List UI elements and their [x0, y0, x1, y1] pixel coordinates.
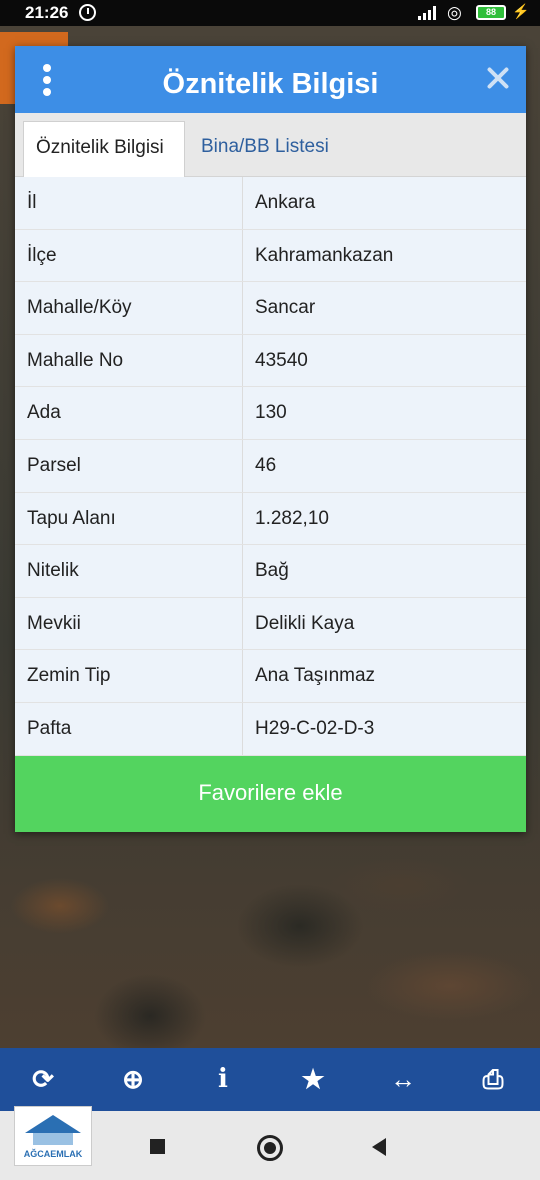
print-icon[interactable]: ⎙	[476, 1062, 510, 1096]
table-row: Parsel 46	[15, 439, 526, 493]
dialog-tabs: Öznitelik Bilgisi Bina/BB Listesi	[15, 113, 526, 177]
row-key: Pafta	[27, 717, 72, 739]
agency-logo: AĞCAEMLAK	[14, 1106, 92, 1166]
table-row: Tapu Alanı 1.282,10	[15, 492, 526, 546]
row-value: Delikli Kaya	[255, 612, 355, 634]
row-value: Ana Taşınmaz	[255, 665, 376, 687]
dialog-header: Öznitelik Bilgisi	[15, 46, 526, 113]
tab-building-list[interactable]: Bina/BB Listesi	[189, 121, 341, 177]
logo-text: AĞCAEMLAK	[23, 1149, 83, 1159]
table-row: Pafta H29-C-02-D-3	[15, 702, 526, 756]
row-value: Kahramankazan	[255, 244, 394, 266]
add-favorite-button[interactable]: Favorilere ekle	[15, 756, 526, 832]
row-key: Parsel	[27, 454, 81, 476]
tab-attribute-info[interactable]: Öznitelik Bilgisi	[23, 121, 185, 177]
table-row: Mahalle/Köy Sancar	[15, 282, 526, 335]
row-key: Mahalle/Köy	[27, 297, 132, 319]
row-key: İl	[27, 192, 37, 213]
wifi-icon: ◎	[447, 3, 462, 22]
row-key: Tapu Alanı	[27, 507, 116, 529]
row-key: Zemin Tip	[27, 665, 111, 687]
row-key: Ada	[27, 402, 61, 424]
table-row: Mevkii Delikli Kaya	[15, 597, 526, 651]
row-key: İlçe	[27, 244, 57, 266]
table-row: Mahalle No 43540	[15, 334, 526, 388]
alarm-icon	[79, 4, 96, 21]
info-icon[interactable]: i	[206, 1062, 240, 1096]
row-value: 43540	[255, 349, 308, 371]
table-row: Zemin Tip Ana Taşınmaz	[15, 650, 526, 703]
signal-icon	[418, 6, 438, 20]
attribute-table: İl Ankara İlçe Kahramankazan Mahalle/Köy Sa…	[15, 177, 526, 756]
charging-icon: ⚡	[512, 3, 530, 19]
crosshair-icon[interactable]: ⊕	[116, 1062, 150, 1096]
row-value: 46	[255, 454, 277, 476]
status-time: 21:26	[25, 3, 69, 22]
row-value: Ankara	[255, 192, 316, 213]
dialog-title: Öznitelik Bilgisi	[162, 68, 379, 100]
resize-icon[interactable]: ↔	[386, 1062, 420, 1096]
map-toolbar: ⟳ ⊕ i ★ ↔ ⎙	[0, 1048, 540, 1111]
attribute-dialog: Öznitelik Bilgisi Öznitelik Bilgisi Bina…	[15, 46, 526, 832]
refresh-icon[interactable]: ⟳	[26, 1062, 60, 1096]
row-key: Nitelik	[27, 560, 79, 582]
row-key: Mahalle No	[27, 349, 124, 371]
back-icon[interactable]	[372, 1138, 386, 1156]
table-row: İl Ankara	[15, 177, 526, 230]
battery-icon: 88	[476, 5, 506, 20]
recents-icon[interactable]	[150, 1139, 165, 1154]
row-key: Mevkii	[27, 612, 81, 634]
star-icon[interactable]: ★	[296, 1062, 330, 1096]
row-value: Sancar	[255, 297, 316, 319]
close-icon[interactable]	[486, 66, 510, 90]
row-value: 1.282,10	[255, 507, 329, 529]
home-icon[interactable]	[257, 1135, 283, 1161]
table-row: Ada 130	[15, 387, 526, 440]
table-row: Nitelik Bağ	[15, 545, 526, 598]
row-value: H29-C-02-D-3	[255, 717, 375, 739]
table-row: İlçe Kahramankazan	[15, 229, 526, 283]
status-bar: 21:26 ◎ 88 ⚡	[0, 0, 540, 26]
row-value: 130	[255, 402, 287, 424]
row-value: Bağ	[255, 560, 289, 582]
